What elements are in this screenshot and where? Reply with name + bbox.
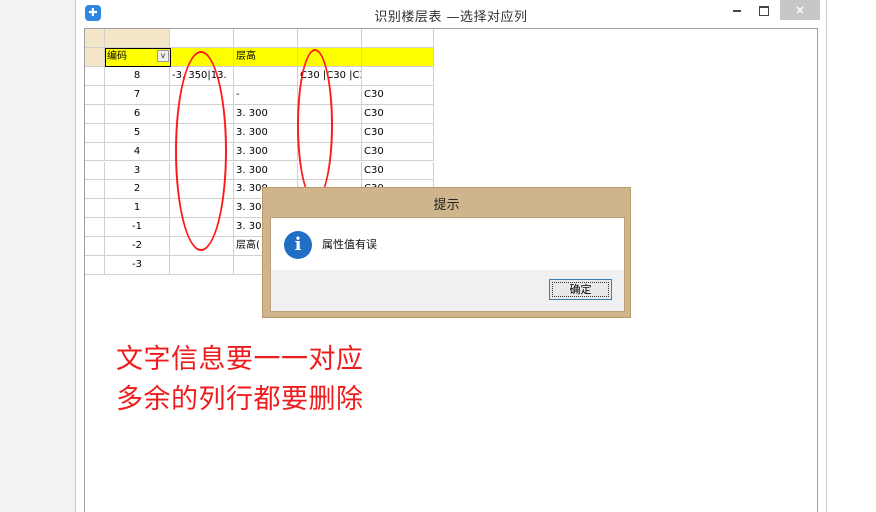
table-cell[interactable]: C30 (362, 104, 434, 124)
row-header[interactable] (85, 67, 105, 86)
floor-code-cell[interactable]: -3 (105, 256, 170, 275)
table-cell[interactable]: C30 (362, 85, 434, 105)
table-cell[interactable]: C30 (362, 123, 434, 143)
table-cell[interactable]: - (234, 85, 298, 105)
table-cell[interactable]: 3. 300 (234, 161, 298, 181)
row-header[interactable] (85, 161, 105, 181)
table-cell[interactable] (170, 237, 234, 256)
ok-button[interactable]: 确定 (549, 279, 612, 300)
table-cell[interactable]: -3. 350|13. (170, 67, 234, 86)
dialog-body: i 属性值有误 确定 (270, 217, 625, 312)
annotation-line-2: 多余的列行都要删除 (116, 384, 364, 415)
row-header[interactable] (85, 180, 105, 200)
table-cell[interactable] (170, 161, 234, 181)
row-header[interactable] (85, 199, 105, 219)
floor-code-cell[interactable]: 6 (105, 104, 170, 124)
row-header[interactable] (85, 218, 105, 238)
row-header[interactable] (85, 256, 105, 275)
column-header[interactable] (234, 29, 298, 48)
table-cell[interactable] (170, 142, 234, 162)
floor-code-cell[interactable]: 1 (105, 199, 170, 219)
info-icon: i (284, 231, 312, 259)
table-cell[interactable] (362, 67, 434, 86)
annotation-line-1: 文字信息要一一对应 (116, 344, 364, 375)
table-cell[interactable] (170, 85, 234, 105)
table-cell[interactable] (298, 85, 362, 105)
column-header[interactable] (170, 29, 234, 48)
table-cell[interactable] (170, 180, 234, 200)
table-cell[interactable] (170, 199, 234, 219)
column-type-value: 编码 (107, 51, 127, 62)
floor-code-cell[interactable]: 7 (105, 85, 170, 105)
table-cell[interactable]: 3. 300 (234, 123, 298, 143)
column-type-cell[interactable] (362, 48, 434, 67)
focus-ring (552, 282, 609, 297)
row-header[interactable] (85, 123, 105, 143)
row-header[interactable] (85, 48, 105, 67)
floor-code-cell[interactable]: -2 (105, 237, 170, 256)
floor-code-cell[interactable]: 4 (105, 142, 170, 162)
close-button[interactable]: × (780, 0, 820, 20)
dialog-message: 属性值有误 (322, 238, 377, 251)
floor-code-cell[interactable]: 2 (105, 180, 170, 200)
floor-code-cell[interactable]: 3 (105, 161, 170, 181)
title-bar[interactable]: ✚ 识别楼层表 —选择对应列 × (76, 0, 826, 28)
window-title: 识别楼层表 —选择对应列 (374, 10, 528, 25)
column-type-cell[interactable] (171, 48, 234, 67)
table-cell[interactable] (298, 142, 362, 162)
grid-corner (85, 29, 105, 48)
row-header[interactable] (85, 85, 105, 105)
table-cell[interactable] (170, 104, 234, 124)
table-cell[interactable]: C30 (362, 142, 434, 162)
column-type-cell[interactable]: 层高 (234, 48, 298, 67)
column-type-cell[interactable] (298, 48, 362, 67)
table-cell[interactable] (298, 104, 362, 124)
chevron-down-icon[interactable]: v (157, 50, 169, 62)
maximize-button[interactable] (752, 0, 776, 20)
floor-code-cell[interactable]: 8 (105, 67, 170, 86)
table-cell[interactable] (170, 123, 234, 143)
floor-code-cell[interactable]: -1 (105, 218, 170, 238)
table-cell[interactable]: C30 |C30 |C3 (298, 67, 362, 86)
floor-code-cell[interactable]: 5 (105, 123, 170, 143)
row-header[interactable] (85, 104, 105, 124)
table-cell[interactable]: 3. 300 (234, 104, 298, 124)
column-header[interactable] (362, 29, 434, 48)
column-header[interactable] (105, 29, 170, 48)
table-cell[interactable] (170, 218, 234, 238)
column-type-select[interactable]: 编码 v (105, 48, 171, 67)
row-header[interactable] (85, 142, 105, 162)
minimize-button[interactable] (726, 0, 748, 20)
minimize-icon (733, 9, 741, 12)
table-cell[interactable]: C30 (362, 161, 434, 181)
column-header[interactable] (298, 29, 362, 48)
background-panel (827, 0, 876, 512)
table-cell[interactable] (170, 256, 234, 275)
table-cell[interactable]: 3. 300 (234, 142, 298, 162)
table-cell[interactable] (298, 161, 362, 181)
dialog-title[interactable]: 提示 (263, 194, 630, 213)
dialog-message-area: i 属性值有误 (271, 218, 624, 270)
table-cell[interactable] (298, 123, 362, 143)
table-cell[interactable] (234, 67, 298, 86)
alert-dialog: 提示 i 属性值有误 确定 (262, 187, 631, 318)
row-header[interactable] (85, 237, 105, 256)
maximize-icon (759, 5, 769, 16)
